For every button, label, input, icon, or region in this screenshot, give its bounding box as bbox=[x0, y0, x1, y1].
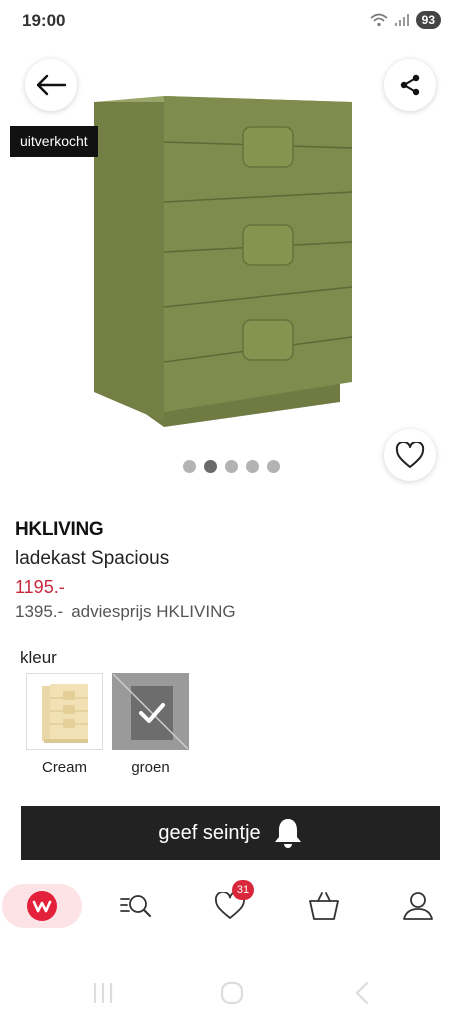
wehkamp-logo-icon bbox=[27, 891, 57, 921]
product-name: ladekast Spacious bbox=[15, 548, 170, 569]
nav-favorites[interactable]: 31 bbox=[190, 880, 270, 928]
carousel-dots bbox=[183, 460, 280, 473]
nav-account[interactable] bbox=[378, 884, 458, 928]
shopping-bag-icon bbox=[309, 892, 339, 920]
status-bar: 19:00 93 bbox=[0, 0, 461, 40]
notify-me-button[interactable]: geef seintje bbox=[21, 806, 440, 860]
carousel-dot-active[interactable] bbox=[204, 460, 217, 473]
signal-icon bbox=[394, 14, 409, 26]
brand-name[interactable]: HKLIVING bbox=[15, 519, 104, 541]
carousel-dot[interactable] bbox=[183, 460, 196, 473]
heart-icon bbox=[395, 441, 425, 468]
battery-indicator: 93 bbox=[415, 11, 441, 29]
color-name-cream: Cream bbox=[41, 759, 87, 776]
notify-me-label: geef seintje bbox=[158, 821, 261, 844]
carousel-dot[interactable] bbox=[267, 460, 280, 473]
system-navigation bbox=[0, 975, 461, 1015]
list-price-value: 1395.- bbox=[15, 602, 64, 621]
nav-cart[interactable] bbox=[284, 884, 364, 928]
color-swatch-cream[interactable] bbox=[26, 673, 103, 750]
carousel-dot[interactable] bbox=[246, 460, 259, 473]
carousel-dot[interactable] bbox=[225, 460, 238, 473]
color-name-groen: groen bbox=[131, 759, 170, 776]
groen-dresser-thumbnail bbox=[113, 674, 188, 749]
back-button[interactable] bbox=[25, 59, 77, 111]
list-price-label: adviesprijs HKLIVING bbox=[71, 602, 236, 621]
nav-search[interactable] bbox=[96, 884, 176, 928]
cream-dresser-thumbnail bbox=[42, 684, 88, 743]
home-icon[interactable] bbox=[220, 981, 244, 1005]
status-time: 19:00 bbox=[22, 11, 66, 30]
recent-apps-icon[interactable] bbox=[92, 981, 114, 1005]
product-image-dresser bbox=[94, 96, 353, 427]
color-swatch-groen[interactable] bbox=[112, 673, 189, 750]
favorites-count-badge: 31 bbox=[232, 880, 254, 900]
share-button[interactable] bbox=[384, 59, 436, 111]
status-icons: 93 bbox=[370, 11, 441, 29]
arrow-left-icon bbox=[36, 74, 67, 96]
bell-icon bbox=[274, 819, 301, 848]
bottom-navigation: 31 bbox=[0, 878, 461, 942]
user-icon bbox=[403, 892, 433, 920]
color-label: kleur bbox=[20, 648, 57, 667]
wifi-icon bbox=[370, 13, 388, 27]
back-nav-icon[interactable] bbox=[352, 981, 372, 1005]
share-icon bbox=[400, 74, 420, 96]
product-image-carousel[interactable]: uitverkocht bbox=[0, 40, 461, 490]
list-price: 1395.- adviesprijs HKLIVING bbox=[15, 602, 236, 622]
nav-home[interactable] bbox=[2, 884, 82, 928]
favorite-button[interactable] bbox=[384, 429, 436, 481]
product-price: 1195.- bbox=[15, 577, 65, 597]
sold-out-badge: uitverkocht bbox=[10, 126, 98, 157]
search-menu-icon bbox=[120, 895, 151, 917]
